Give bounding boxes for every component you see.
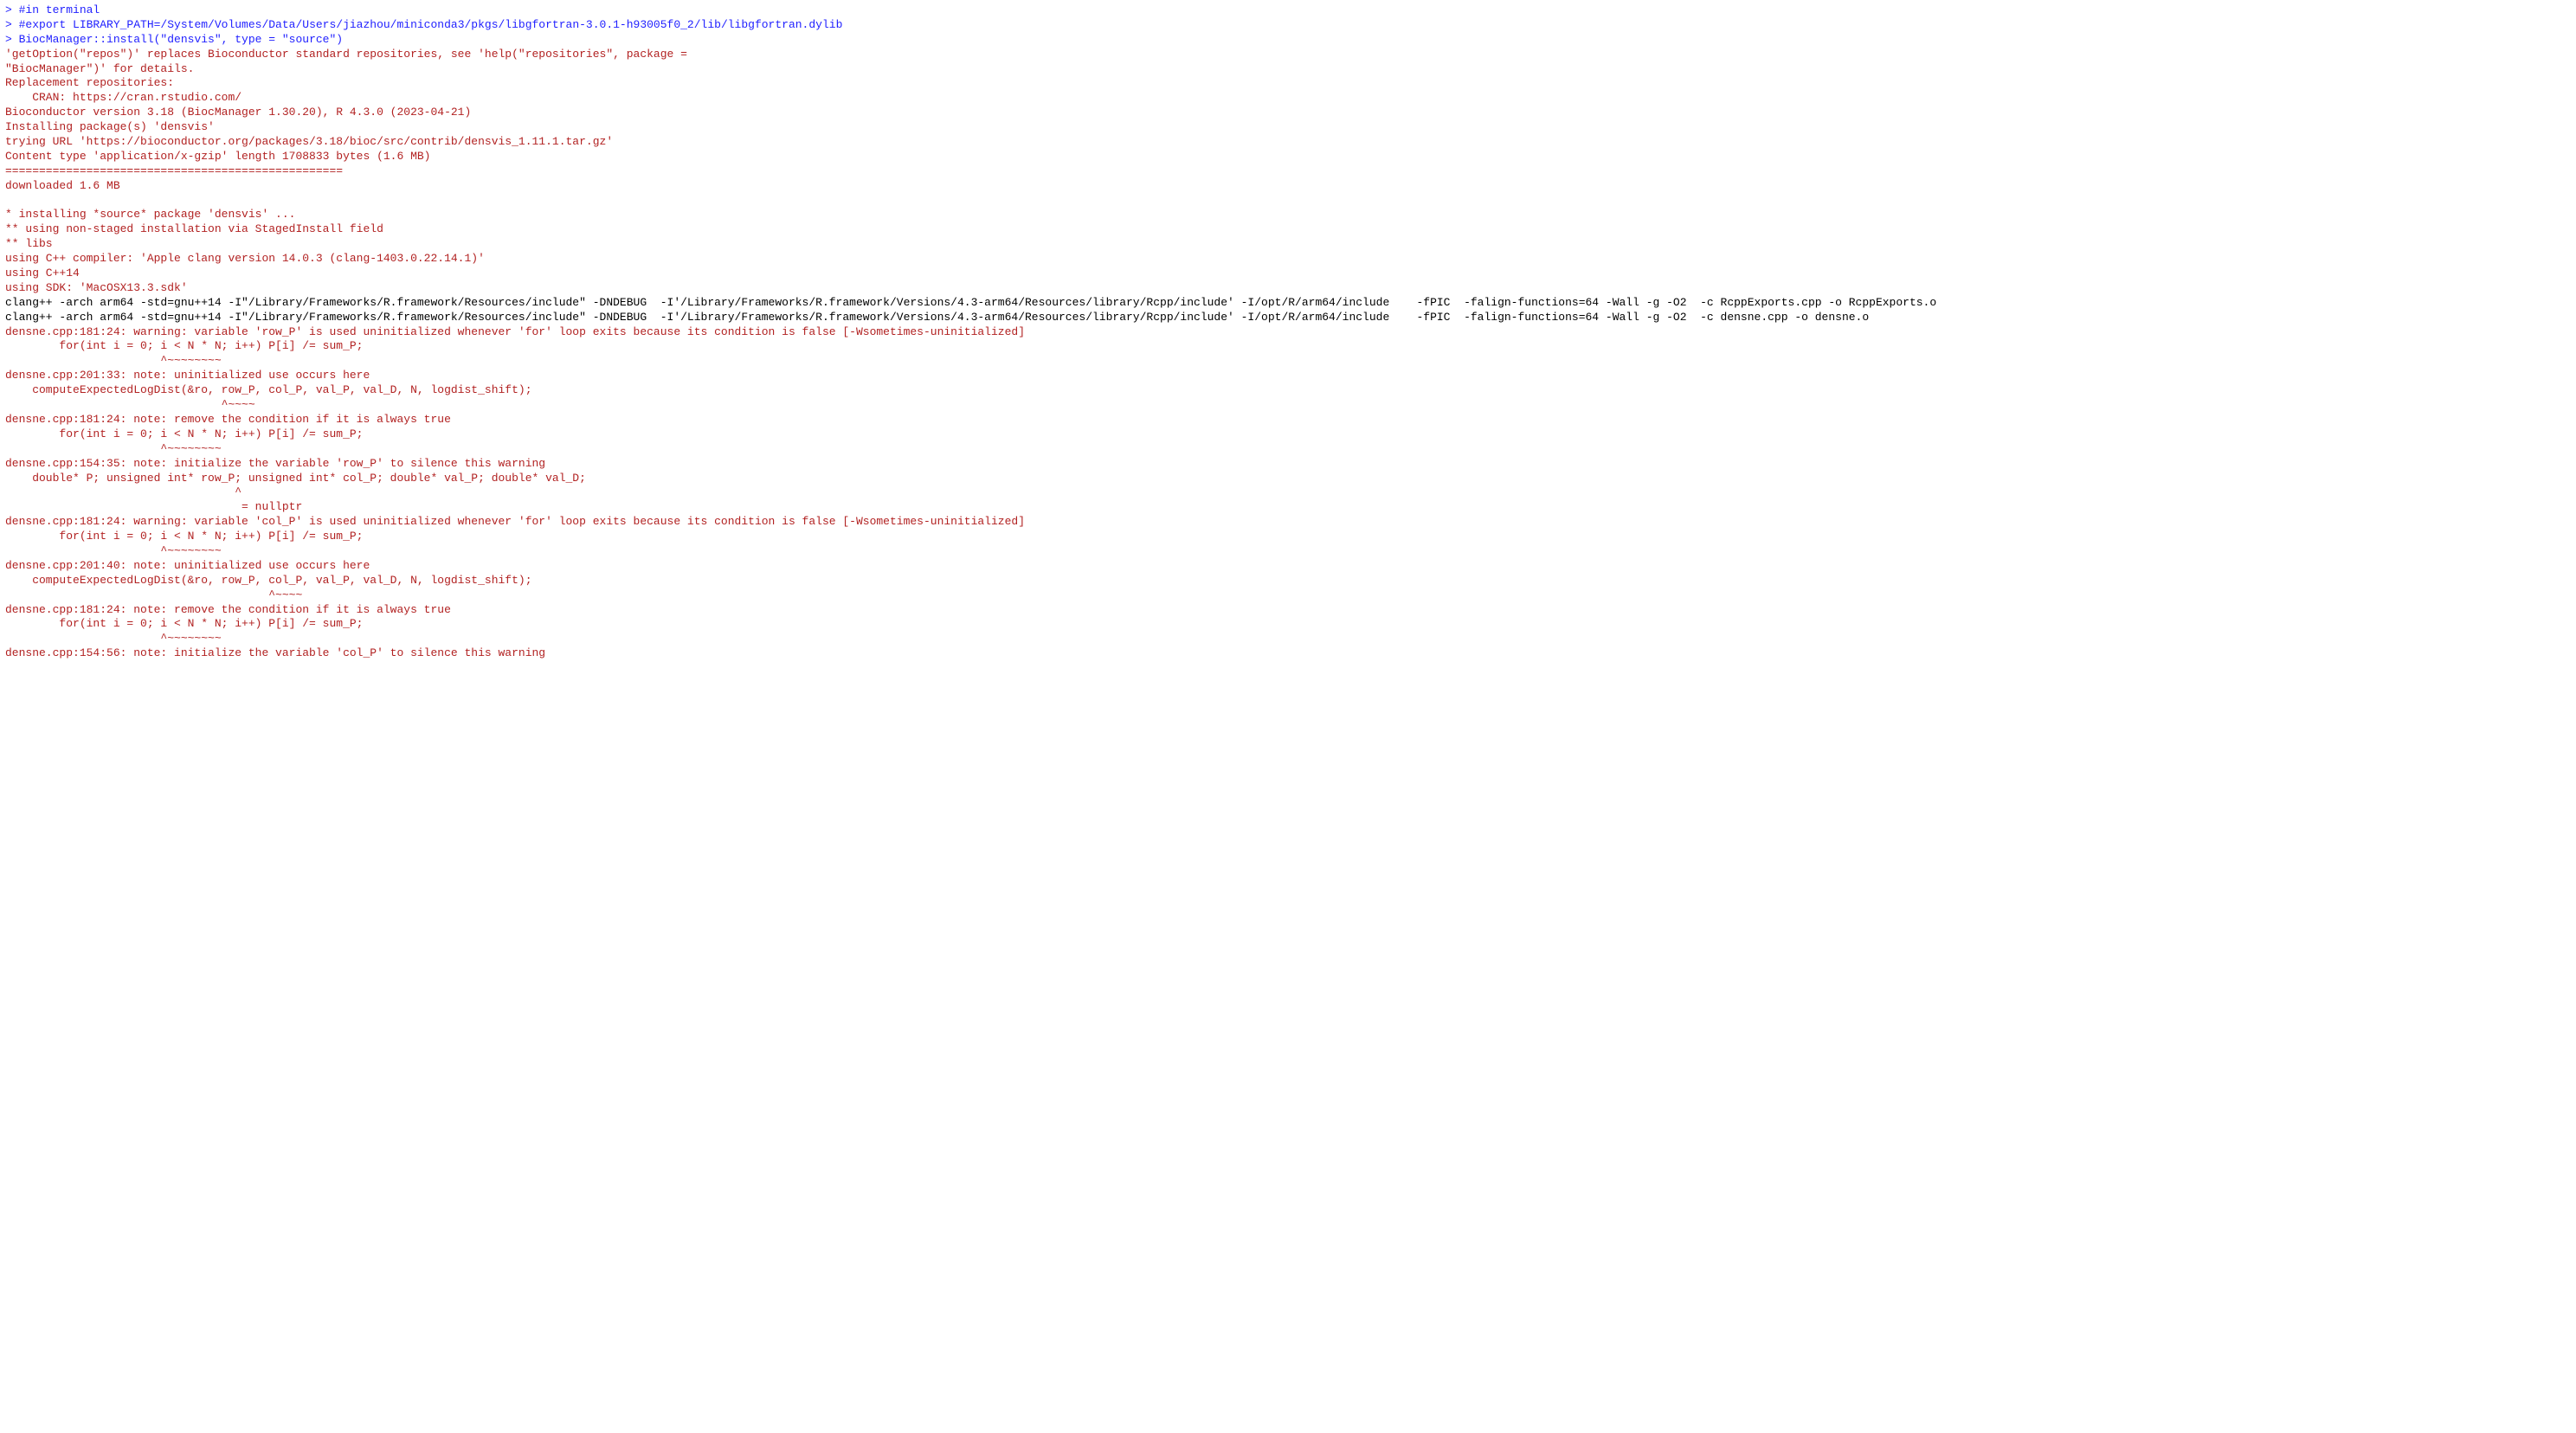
console-line: densne.cpp:181:24: warning: variable 'ro…	[5, 325, 2571, 340]
message-text: using SDK: 'MacOSX13.3.sdk'	[5, 281, 188, 294]
message-text: Installing package(s) 'densvis'	[5, 120, 215, 133]
message-text: computeExpectedLogDist(&ro, row_P, col_P…	[5, 574, 532, 587]
console-line: > #export LIBRARY_PATH=/System/Volumes/D…	[5, 18, 2571, 33]
console-line: ^~~~~	[5, 588, 2571, 603]
console-line: ========================================…	[5, 164, 2571, 179]
console-line: using SDK: 'MacOSX13.3.sdk'	[5, 281, 2571, 296]
message-text: densne.cpp:154:35: note: initialize the …	[5, 457, 545, 470]
console-line: clang++ -arch arm64 -std=gnu++14 -I"/Lib…	[5, 311, 2571, 325]
message-text: Bioconductor version 3.18 (BiocManager 1…	[5, 106, 471, 119]
console-line: > #in terminal	[5, 3, 2571, 18]
message-text: densne.cpp:201:40: note: uninitialized u…	[5, 559, 370, 572]
console-line: ^~~~~~~~~	[5, 354, 2571, 369]
message-text: using C++ compiler: 'Apple clang version…	[5, 252, 485, 265]
console-line: Content type 'application/x-gzip' length…	[5, 150, 2571, 164]
input-text: #in terminal	[19, 3, 100, 16]
console-line: trying URL 'https://bioconductor.org/pac…	[5, 135, 2571, 150]
console-line: clang++ -arch arm64 -std=gnu++14 -I"/Lib…	[5, 296, 2571, 311]
message-text	[5, 194, 12, 207]
console-line: using C++ compiler: 'Apple clang version…	[5, 252, 2571, 267]
console-line: computeExpectedLogDist(&ro, row_P, col_P…	[5, 574, 2571, 588]
compiler-output: clang++ -arch arm64 -std=gnu++14 -I"/Lib…	[5, 311, 1869, 324]
console-line: ** using non-staged installation via Sta…	[5, 222, 2571, 237]
message-text: ^~~~~~~~~	[5, 544, 222, 557]
console-line: * installing *source* package 'densvis' …	[5, 208, 2571, 222]
console-line: ** libs	[5, 237, 2571, 252]
message-text: for(int i = 0; i < N * N; i++) P[i] /= s…	[5, 427, 363, 440]
input-text: BiocManager::install("densvis", type = "…	[19, 33, 343, 46]
console-line: > BiocManager::install("densvis", type =…	[5, 33, 2571, 48]
message-text: downloaded 1.6 MB	[5, 179, 120, 192]
message-text: for(int i = 0; i < N * N; i++) P[i] /= s…	[5, 617, 363, 630]
message-text: densne.cpp:154:56: note: initialize the …	[5, 646, 545, 659]
console-line: using C++14	[5, 267, 2571, 281]
console-line: for(int i = 0; i < N * N; i++) P[i] /= s…	[5, 530, 2571, 544]
console-line: densne.cpp:181:24: warning: variable 'co…	[5, 515, 2571, 530]
console-line: ^~~~~~~~~	[5, 632, 2571, 646]
prompt-symbol: >	[5, 18, 19, 31]
console-line: ^~~~~~~~~	[5, 544, 2571, 559]
message-text: densne.cpp:181:24: note: remove the cond…	[5, 413, 451, 426]
console-line: = nullptr	[5, 500, 2571, 515]
compiler-output: clang++ -arch arm64 -std=gnu++14 -I"/Lib…	[5, 296, 1936, 309]
message-text: densne.cpp:181:24: note: remove the cond…	[5, 603, 451, 616]
message-text: Content type 'application/x-gzip' length…	[5, 150, 430, 163]
message-text: "BiocManager")' for details.	[5, 62, 194, 75]
prompt-symbol: >	[5, 33, 19, 46]
message-text: densne.cpp:201:33: note: uninitialized u…	[5, 369, 370, 382]
message-text: * installing *source* package 'densvis' …	[5, 208, 295, 221]
console-line: densne.cpp:181:24: note: remove the cond…	[5, 603, 2571, 618]
console-line: "BiocManager")' for details.	[5, 62, 2571, 77]
console-line: ^~~~~	[5, 398, 2571, 413]
console-line: 'getOption("repos")' replaces Bioconduct…	[5, 48, 2571, 62]
console-line: ^	[5, 485, 2571, 500]
message-text: 'getOption("repos")' replaces Bioconduct…	[5, 48, 687, 61]
message-text: densne.cpp:181:24: warning: variable 'co…	[5, 515, 1025, 528]
console-line: for(int i = 0; i < N * N; i++) P[i] /= s…	[5, 339, 2571, 354]
message-text: ** using non-staged installation via Sta…	[5, 222, 383, 235]
message-text: ^~~~~~~~~	[5, 632, 222, 645]
prompt-symbol: >	[5, 3, 19, 16]
message-text: ^~~~~~~~~	[5, 354, 222, 367]
message-text: densne.cpp:181:24: warning: variable 'ro…	[5, 325, 1025, 338]
console-line: double* P; unsigned int* row_P; unsigned…	[5, 472, 2571, 486]
message-text: for(int i = 0; i < N * N; i++) P[i] /= s…	[5, 530, 363, 543]
message-text: computeExpectedLogDist(&ro, row_P, col_P…	[5, 383, 532, 396]
console-line: densne.cpp:154:56: note: initialize the …	[5, 646, 2571, 661]
message-text: double* P; unsigned int* row_P; unsigned…	[5, 472, 586, 485]
message-text: ^~~~~	[5, 398, 255, 411]
message-text: CRAN: https://cran.rstudio.com/	[5, 91, 242, 104]
console-line: ^~~~~~~~~	[5, 442, 2571, 457]
console-line: computeExpectedLogDist(&ro, row_P, col_P…	[5, 383, 2571, 398]
console-line: densne.cpp:201:40: note: uninitialized u…	[5, 559, 2571, 574]
console-line: Bioconductor version 3.18 (BiocManager 1…	[5, 106, 2571, 120]
console-line: densne.cpp:154:35: note: initialize the …	[5, 457, 2571, 472]
message-text: = nullptr	[5, 500, 302, 513]
console-line: for(int i = 0; i < N * N; i++) P[i] /= s…	[5, 427, 2571, 442]
console-line: CRAN: https://cran.rstudio.com/	[5, 91, 2571, 106]
message-text: Replacement repositories:	[5, 76, 174, 89]
message-text: using C++14	[5, 267, 80, 280]
console-line: Replacement repositories:	[5, 76, 2571, 91]
console-line	[5, 194, 2571, 209]
console-line: densne.cpp:181:24: note: remove the cond…	[5, 413, 2571, 427]
console-line: Installing package(s) 'densvis'	[5, 120, 2571, 135]
message-text: ========================================…	[5, 164, 343, 177]
message-text: for(int i = 0; i < N * N; i++) P[i] /= s…	[5, 339, 363, 352]
message-text: ^~~~~~~~~	[5, 442, 222, 455]
message-text: ^~~~~	[5, 588, 302, 601]
console-line: densne.cpp:201:33: note: uninitialized u…	[5, 369, 2571, 383]
message-text: trying URL 'https://bioconductor.org/pac…	[5, 135, 613, 148]
console-line: for(int i = 0; i < N * N; i++) P[i] /= s…	[5, 617, 2571, 632]
message-text: ^	[5, 485, 242, 498]
r-console-output[interactable]: > #in terminal> #export LIBRARY_PATH=/Sy…	[0, 0, 2576, 665]
message-text: ** libs	[5, 237, 53, 250]
console-line: downloaded 1.6 MB	[5, 179, 2571, 194]
input-text: #export LIBRARY_PATH=/System/Volumes/Dat…	[19, 18, 843, 31]
